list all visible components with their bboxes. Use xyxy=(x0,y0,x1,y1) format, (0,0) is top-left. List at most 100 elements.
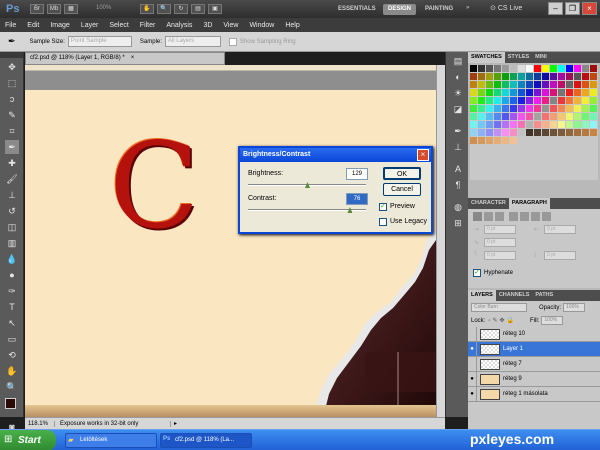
view-extras-button[interactable]: ▦ xyxy=(64,4,78,14)
swatch-color[interactable] xyxy=(566,97,573,104)
sampling-ring-checkbox[interactable] xyxy=(228,37,237,46)
swatch-color[interactable] xyxy=(486,113,493,120)
fill-field[interactable]: 100% xyxy=(541,316,564,325)
preview-checkbox[interactable]: ✓ xyxy=(379,203,387,211)
swatch-color[interactable] xyxy=(494,89,501,96)
swatch-color[interactable] xyxy=(574,65,581,72)
layer-row[interactable]: ● réteg 9 xyxy=(468,371,600,387)
swatch-color[interactable] xyxy=(470,113,477,120)
swatch-color[interactable] xyxy=(590,89,597,96)
swatch-color[interactable] xyxy=(590,81,597,88)
foreground-color-swatch[interactable] xyxy=(5,398,16,409)
swatch-color[interactable] xyxy=(510,97,517,104)
type-tool-icon[interactable]: T xyxy=(5,300,19,314)
swatch-color[interactable] xyxy=(510,113,517,120)
swatch-color[interactable] xyxy=(510,105,517,112)
swatch-color[interactable] xyxy=(534,89,541,96)
canvas[interactable]: C xyxy=(25,90,436,410)
swatch-color[interactable] xyxy=(502,81,509,88)
swatch-color[interactable] xyxy=(534,97,541,104)
swatch-color[interactable] xyxy=(478,113,485,120)
swatch-color[interactable] xyxy=(590,129,597,136)
cancel-button[interactable]: Cancel xyxy=(383,183,421,196)
sample-size-select[interactable]: Point Sample xyxy=(67,36,132,47)
menu-analysis[interactable]: Analysis xyxy=(166,22,192,29)
swatch-color[interactable] xyxy=(550,65,557,72)
clone-source-icon[interactable]: ⊥ xyxy=(451,140,465,154)
swatch-color[interactable] xyxy=(542,113,549,120)
swatch-color[interactable] xyxy=(494,81,501,88)
brush-tool-icon[interactable]: 🖌 xyxy=(5,172,19,186)
swatch-color[interactable] xyxy=(542,89,549,96)
healing-tool-icon[interactable]: ✚ xyxy=(5,156,19,170)
workspace-painting[interactable]: PAINTING xyxy=(420,4,458,15)
swatch-color[interactable] xyxy=(566,81,573,88)
swatch-color[interactable] xyxy=(470,89,477,96)
masks-icon[interactable]: ◪ xyxy=(451,102,465,116)
swatch-color[interactable] xyxy=(526,105,533,112)
swatch-color[interactable] xyxy=(478,105,485,112)
swatch-color[interactable] xyxy=(566,105,573,112)
swatch-color[interactable] xyxy=(502,65,509,72)
swatch-color[interactable] xyxy=(590,105,597,112)
swatch-color[interactable] xyxy=(582,121,589,128)
swatch-color[interactable] xyxy=(558,97,565,104)
swatch-color[interactable] xyxy=(510,129,517,136)
swatch-color[interactable] xyxy=(550,105,557,112)
swatch-color[interactable] xyxy=(502,105,509,112)
path-select-tool-icon[interactable]: ↖ xyxy=(5,316,19,330)
history-brush-icon[interactable]: ↺ xyxy=(5,204,19,218)
swatch-color[interactable] xyxy=(534,113,541,120)
opacity-field[interactable]: 100% xyxy=(563,303,586,312)
swatch-color[interactable] xyxy=(518,113,525,120)
swatch-color[interactable] xyxy=(478,89,485,96)
justify-all-icon[interactable] xyxy=(542,212,551,221)
close-icon[interactable]: × xyxy=(582,2,597,15)
hyphenate-checkbox[interactable]: ✓ xyxy=(473,269,481,277)
space-before-field[interactable]: 0 pt xyxy=(484,251,516,260)
status-arrow-icon[interactable]: ▸ xyxy=(171,420,177,427)
swatch-color[interactable] xyxy=(542,73,549,80)
swatch-color[interactable] xyxy=(566,129,573,136)
swatch-color[interactable] xyxy=(542,129,549,136)
status-zoom[interactable]: 118.1% xyxy=(25,420,55,427)
swatch-color[interactable] xyxy=(582,113,589,120)
layer-row[interactable]: réteg 7 xyxy=(468,356,600,372)
swatch-color[interactable] xyxy=(526,121,533,128)
swatch-color[interactable] xyxy=(558,89,565,96)
swatch-color[interactable] xyxy=(526,73,533,80)
swatch-color[interactable] xyxy=(486,105,493,112)
align-left-icon[interactable] xyxy=(473,212,482,221)
swatch-color[interactable] xyxy=(478,129,485,136)
swatch-color[interactable] xyxy=(534,81,541,88)
swatch-color[interactable] xyxy=(574,73,581,80)
swatch-color[interactable] xyxy=(534,105,541,112)
layer-row[interactable]: réteg 10 xyxy=(468,326,600,342)
workspace-more-icon[interactable]: » xyxy=(466,5,469,11)
tab-swatches[interactable]: SWATCHES xyxy=(468,52,505,63)
swatch-color[interactable] xyxy=(590,73,597,80)
swatch-color[interactable] xyxy=(510,121,517,128)
swatch-color[interactable] xyxy=(542,81,549,88)
swatch-color[interactable] xyxy=(534,121,541,128)
tab-styles[interactable]: STYLES xyxy=(505,52,532,63)
justify-last-center-icon[interactable] xyxy=(520,212,529,221)
swatch-color[interactable] xyxy=(566,113,573,120)
swatch-color[interactable] xyxy=(526,81,533,88)
swatch-color[interactable] xyxy=(582,73,589,80)
screen-mode-button[interactable]: ▣ xyxy=(208,4,222,14)
blend-mode-select[interactable]: Color Burn xyxy=(471,303,527,312)
restore-icon[interactable]: ❐ xyxy=(565,2,580,15)
swatch-color[interactable] xyxy=(510,137,517,144)
swatch-color[interactable] xyxy=(486,121,493,128)
navigator-icon[interactable]: ⊞ xyxy=(451,216,465,230)
visibility-eye-icon[interactable]: ● xyxy=(468,386,477,402)
swatch-color[interactable] xyxy=(566,89,573,96)
swatch-color[interactable] xyxy=(582,65,589,72)
shape-tool-icon[interactable]: ▭ xyxy=(5,332,19,346)
layer-row[interactable]: ● Layer 1 xyxy=(468,341,600,357)
rotate-view-button[interactable]: ↻ xyxy=(174,4,188,14)
brush-presets-icon[interactable]: ✒ xyxy=(451,124,465,138)
swatch-color[interactable] xyxy=(550,81,557,88)
3d-icon[interactable]: ◍ xyxy=(451,200,465,214)
